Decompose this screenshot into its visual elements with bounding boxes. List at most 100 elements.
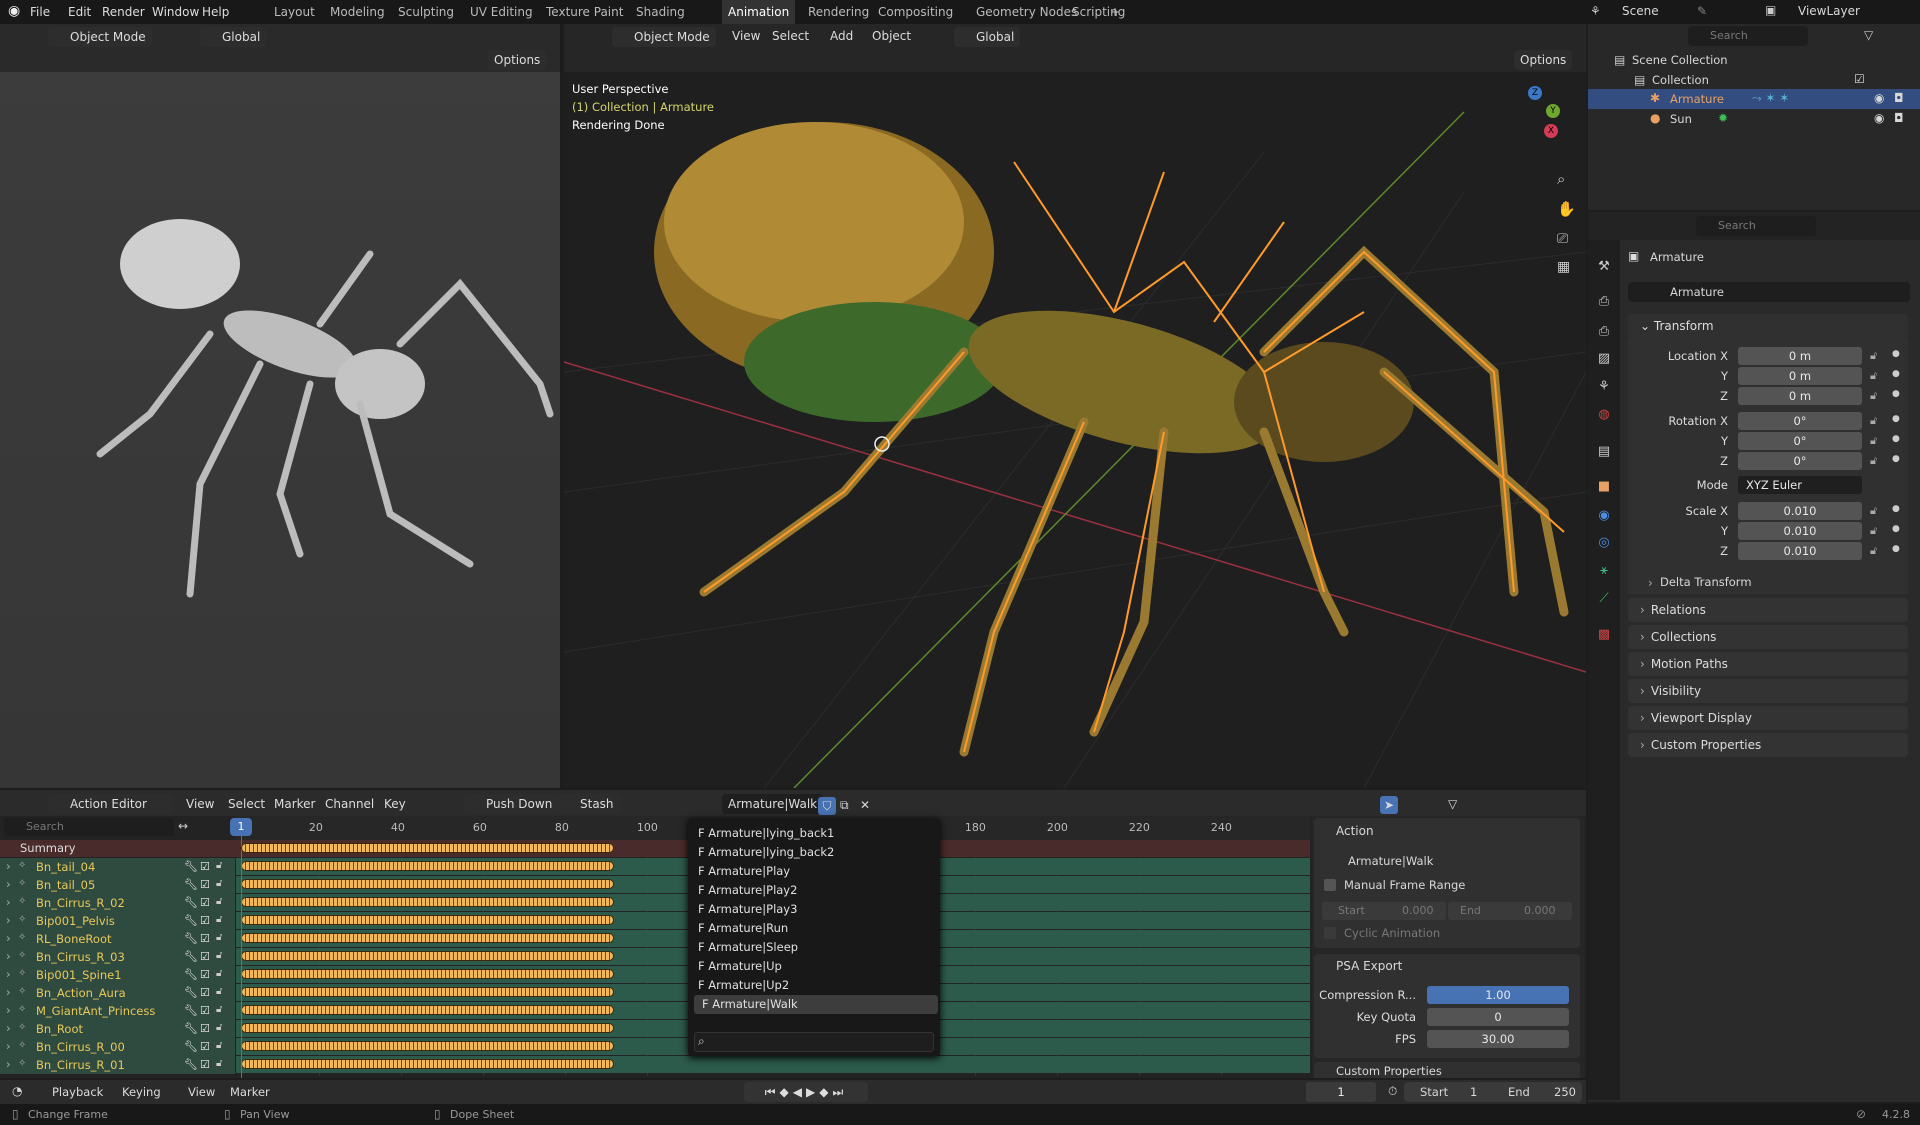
manual-frame-range-checkbox[interactable] (1324, 879, 1336, 891)
properties-search[interactable] (1696, 216, 1816, 236)
lock-icon[interactable]: 🔓︎ (216, 951, 222, 961)
modifier-icon[interactable]: ◉ (1594, 509, 1614, 522)
modifier-wrench-icon[interactable]: 🔧︎ (184, 1023, 198, 1034)
lock-icon[interactable]: 🔓︎ (1870, 455, 1877, 466)
blender-logo-icon[interactable]: ◉ (8, 4, 20, 18)
push-down-button[interactable]: Push Down (464, 794, 559, 814)
scale-y-field[interactable]: 0.010 (1738, 522, 1862, 540)
timeline-editor-icon[interactable]: ◔ (12, 1085, 22, 1097)
key-quota-field[interactable]: 0 (1427, 1008, 1569, 1026)
panel-visibility[interactable]: › Visibility (1628, 679, 1908, 703)
keyframe-dot-icon[interactable]: ● (1892, 370, 1900, 379)
lock-icon[interactable]: 🔓︎ (216, 1023, 222, 1033)
play-icon[interactable]: ▶ (806, 1085, 819, 1099)
timeline-menu-playback[interactable]: Playback (52, 1080, 103, 1104)
end-frame-field[interactable]: 250 (1554, 1085, 1576, 1099)
panel-custom-properties[interactable]: › Custom Properties (1628, 733, 1908, 757)
collection-icon[interactable]: ▤ (1594, 445, 1614, 458)
channel-checkbox[interactable]: ☑ (200, 951, 210, 962)
tab-uv-editing[interactable]: UV Editing (470, 0, 533, 24)
outliner-search[interactable] (1688, 26, 1808, 46)
scene-collection-label[interactable]: Scene Collection (1632, 53, 1728, 67)
jump-start-icon[interactable]: ⏮ (765, 1085, 780, 1099)
channel-checkbox[interactable]: ☑ (200, 861, 210, 872)
channel-checkbox[interactable]: ☑ (200, 933, 210, 944)
menu-window[interactable]: Window (152, 0, 199, 24)
channel-checkbox[interactable]: ☑ (200, 1041, 210, 1052)
action-selector[interactable]: Armature|Walk (722, 794, 824, 814)
keyframe-dot-icon[interactable]: ● (1892, 545, 1900, 554)
channel-row[interactable]: › ✧ Bn_Cirrus_R_00 🔧︎ ☑ 🔓︎ (0, 1038, 235, 1056)
channel-row[interactable]: › ✧ Bn_tail_05 🔧︎ ☑ 🔓︎ (0, 876, 235, 894)
world-icon[interactable]: ◍ (1594, 408, 1614, 421)
dopesheet-menu-key[interactable]: Key (384, 792, 406, 816)
lock-icon[interactable]: 🔓︎ (1870, 390, 1877, 401)
main-viewport[interactable]: Object Mode Global Options User Perspect… (564, 24, 1586, 788)
modifier-wrench-icon[interactable]: 🔧︎ (184, 1041, 198, 1052)
tab-layout[interactable]: Layout (274, 0, 315, 24)
navigation-gizmo[interactable]: Z Y X (1494, 84, 1574, 164)
lock-icon[interactable]: 🔓︎ (216, 897, 222, 907)
action-list-item[interactable]: F Armature|Sleep (690, 938, 940, 957)
lock-icon[interactable]: 🔓︎ (216, 1041, 222, 1051)
modifier-wrench-icon[interactable]: 🔧︎ (184, 861, 198, 872)
viewport-menu-select[interactable]: Select (772, 24, 809, 48)
channel-keyframes[interactable] (241, 933, 615, 943)
lock-icon[interactable]: 🔓︎ (216, 1059, 222, 1069)
left-viewport[interactable]: Object Mode Global Options (0, 24, 560, 788)
transform-panel-header[interactable]: ⌄ Transform (1628, 314, 1908, 338)
stash-button[interactable]: Stash (558, 794, 620, 814)
outliner-search-input[interactable]: Search (1710, 29, 1748, 42)
channel-checkbox[interactable]: ☑ (200, 1059, 210, 1070)
current-frame-field[interactable]: 1 (1306, 1082, 1376, 1102)
lock-icon[interactable]: 🔓︎ (216, 933, 222, 943)
chevron-right-icon[interactable]: › (6, 932, 11, 945)
timeline-menu-keying[interactable]: Keying (122, 1080, 161, 1104)
lock-icon[interactable]: 🔓︎ (216, 861, 222, 871)
channel-keyframes[interactable] (241, 897, 615, 907)
duplicate-action-icon[interactable]: ⧉ (840, 799, 849, 811)
action-list-item[interactable]: F Armature|Up (690, 957, 940, 976)
channel-keyframes[interactable] (241, 861, 615, 871)
render-icon[interactable]: ⎙ (1594, 295, 1614, 308)
filter-icon[interactable]: ▽ (1448, 798, 1457, 810)
tab-compositing[interactable]: Compositing (878, 0, 953, 24)
channel-row[interactable]: › ✧ Bip001_Spine1 🔧︎ ☑ 🔓︎ (0, 966, 235, 984)
channel-row[interactable]: › ✧ RL_BoneRoot 🔧︎ ☑ 🔓︎ (0, 930, 235, 948)
chevron-right-icon[interactable]: › (6, 1022, 11, 1035)
lock-icon[interactable]: 🔓︎ (1870, 370, 1877, 381)
dopesheet-menu-channel[interactable]: Channel (325, 792, 374, 816)
lock-icon[interactable]: 🔓︎ (1870, 415, 1877, 426)
channel-search-input[interactable]: Search (26, 820, 64, 833)
delta-transform-subpanel[interactable]: Delta Transform (1660, 575, 1752, 589)
rotation-y-field[interactable]: 0° (1738, 432, 1862, 450)
panel-collections[interactable]: › Collections (1628, 625, 1908, 649)
camera-icon[interactable]: ⎚ (1557, 232, 1568, 246)
action-search-field[interactable] (694, 1032, 934, 1052)
action-panel-title[interactable]: Action (1336, 824, 1374, 838)
action-list-item[interactable]: F Armature|Play2 (690, 881, 940, 900)
object-data-armature-icon[interactable]: ⚹ (1594, 564, 1614, 577)
menu-render[interactable]: Render (102, 0, 145, 24)
keyframe-dot-icon[interactable]: ● (1892, 415, 1900, 424)
eye-icon[interactable]: ◉ (1874, 112, 1884, 124)
channel-row[interactable]: › ✧ Bn_Cirrus_R_03 🔧︎ ☑ 🔓︎ (0, 948, 235, 966)
play-reverse-icon[interactable]: ◀ (793, 1085, 806, 1099)
scene-icon[interactable]: ⚘ (1594, 380, 1614, 393)
gizmo-x[interactable]: X (1544, 124, 1558, 138)
location-y-field[interactable]: 0 m (1738, 367, 1862, 385)
orientation-dropdown[interactable]: Global (200, 27, 267, 47)
channel-keyframes[interactable] (241, 879, 615, 889)
panel-viewport-display[interactable]: › Viewport Display (1628, 706, 1908, 730)
menu-help[interactable]: Help (202, 0, 229, 24)
stopwatch-icon[interactable]: ⏱ (1388, 1085, 1397, 1097)
channel-checkbox[interactable]: ☑ (200, 1023, 210, 1034)
channel-row[interactable]: › ✧ Bn_Root 🔧︎ ☑ 🔓︎ (0, 1020, 235, 1038)
current-frame-indicator[interactable]: 1 (230, 818, 252, 836)
object-name-value[interactable]: Armature (1670, 285, 1724, 299)
action-list-item[interactable]: F Armature|Up2 (690, 976, 940, 995)
keyframe-dot-icon[interactable]: ● (1892, 390, 1900, 399)
chevron-right-icon[interactable]: › (6, 986, 11, 999)
rotation-x-field[interactable]: 0° (1738, 412, 1862, 430)
menu-edit[interactable]: Edit (68, 0, 91, 24)
